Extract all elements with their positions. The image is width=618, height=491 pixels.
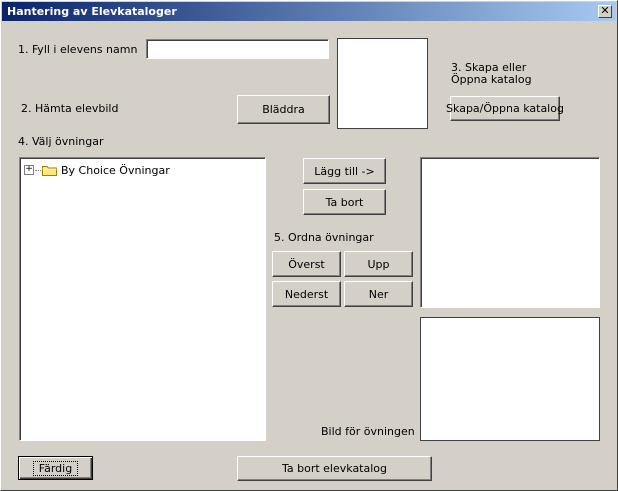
tree-item[interactable]: + By Choice Övningar [24, 162, 170, 178]
choose-exercises-label: 4. Välj övningar [18, 135, 104, 148]
move-bottom-button[interactable]: Nederst [272, 281, 341, 307]
create-open-label-line2: Öppna katalog [451, 73, 532, 86]
exercise-tree[interactable]: + By Choice Övningar [19, 157, 266, 441]
exercise-image-label: Bild för övningen [321, 425, 415, 438]
order-exercises-label: 5. Ordna övningar [274, 231, 374, 244]
browse-button[interactable]: Bläddra [237, 95, 330, 124]
folder-icon [42, 165, 57, 176]
move-up-button[interactable]: Upp [344, 251, 413, 277]
move-top-button[interactable]: Överst [272, 251, 341, 277]
expand-icon[interactable]: + [24, 165, 34, 175]
student-name-label: 1. Fyll i elevens namn [18, 43, 138, 56]
add-button[interactable]: Lägg till -> [303, 158, 386, 184]
tree-connector [35, 169, 41, 171]
student-name-input[interactable] [146, 39, 329, 59]
done-button[interactable]: Färdig [18, 456, 93, 480]
done-button-label: Färdig [32, 460, 79, 476]
title-bar[interactable]: Hantering av Elevkataloger ✕ [2, 2, 616, 21]
selected-exercises-list[interactable] [420, 157, 600, 308]
close-icon: ✕ [600, 4, 610, 17]
exercise-image-preview [420, 317, 600, 441]
remove-button[interactable]: Ta bort [303, 189, 386, 215]
delete-catalog-button[interactable]: Ta bort elevkatalog [237, 456, 432, 481]
close-button[interactable]: ✕ [598, 5, 612, 18]
main-window: Hantering av Elevkataloger ✕ 1. Fyll i e… [0, 0, 618, 491]
create-open-catalog-button[interactable]: Skapa/Öppna katalog [446, 96, 564, 121]
window-title: Hantering av Elevkataloger [7, 5, 177, 18]
student-image-preview [337, 38, 428, 129]
move-down-button[interactable]: Ner [344, 281, 413, 307]
tree-item-label: By Choice Övningar [61, 163, 170, 177]
fetch-image-label: 2. Hämta elevbild [21, 102, 119, 115]
